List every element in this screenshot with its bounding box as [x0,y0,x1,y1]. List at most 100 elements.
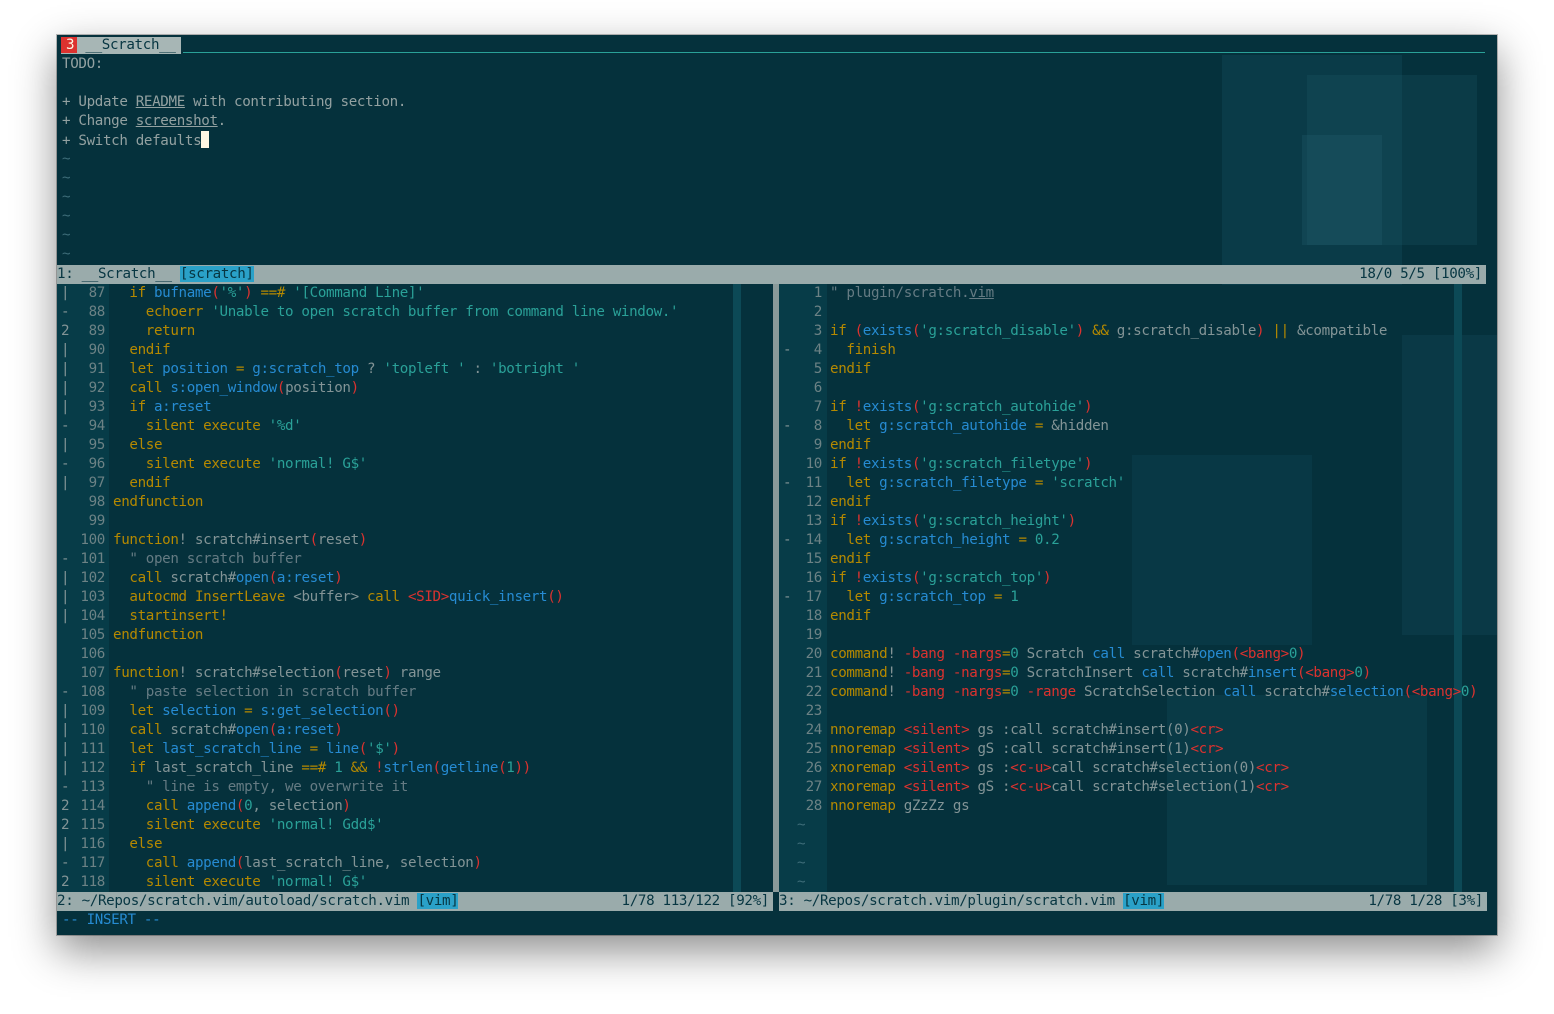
code-token: ( [268,570,278,586]
code-token: 'g:scratch_filetype' [920,456,1084,472]
code-token: 'normal! G$' [268,456,368,472]
code-token: , selection [252,798,343,814]
line-number: 27 [805,779,823,795]
line-number: 26 [805,760,823,776]
code-token: else [129,836,163,852]
git-sign [783,740,795,759]
git-sign [783,721,795,740]
code-token: && [1083,323,1117,339]
code-token: -nargs [952,646,1003,662]
code-token: ( [276,380,286,396]
code-text: " plugin/scratch.vim [830,285,994,301]
empty-line-tilde: ~ [62,246,71,262]
code-token: 1 [334,760,351,776]
code-token: exists [862,456,913,472]
line-number: 8 [813,418,823,434]
code-token: " paste selection in scratch buffer [129,684,417,700]
line-number: 16 [805,570,823,586]
scratch-line: + Change screenshot. [62,112,226,131]
code-token: silent execute [145,874,269,890]
code-text: call append(0, selection) [113,798,351,814]
code-token: ( [268,722,278,738]
code-token: let [846,589,880,605]
code-line: 24 nnoremap <silent> gs :call scratch#ins… [783,721,1483,740]
code-token: open [1198,646,1232,662]
code-token: g:scratch_top [252,361,359,377]
code-line: 27 xnoremap <silent> gS :<c-u>call scratc… [783,778,1483,797]
code-line: 3 if (exists('g:scratch_disable') && g:sc… [783,322,1483,341]
right-status-filetype: [vim] [1123,893,1165,909]
line-number: 105 [80,627,105,643]
code-line: -101 " open scratch buffer [61,550,761,569]
empty-line-tilde: ~ [797,874,806,890]
git-sign [783,607,795,626]
code-token: s:get_selection [260,703,384,719]
code-token: -bang [903,665,953,681]
empty-line-tilde: ~ [62,189,71,205]
code-line: 107 function! scratch#selection(reset) ra… [61,664,761,683]
git-sign: 2 [61,323,70,339]
code-token: exists [862,513,913,529]
code-token: append [186,798,237,814]
code-line: 28 nnoremap gZzZz gs [783,797,1483,816]
line-number: 14 [805,532,823,548]
code-token: ==# [252,285,294,301]
code-token: ) [473,855,482,871]
code-token: vim [969,285,994,301]
code-token: '$' [367,741,392,757]
code-line: | 110 call scratch#open(a:reset) [61,721,761,740]
code-token: -bang [903,646,953,662]
git-sign: - [61,684,70,700]
code-text: endif [830,494,871,510]
empty-line-tilde: ~ [62,151,71,167]
line-number: 92 [88,380,106,396]
code-token: ! [887,684,904,700]
code-line: 26 xnoremap <silent> gs :<c-u>call scratc… [783,759,1483,778]
code-token: ! [854,456,864,472]
line-number: 106 [80,646,105,662]
right-status-path: 3: ~/Repos/scratch.vim/plugin/scratch.vi… [779,893,1124,909]
right-statusline: 3: ~/Repos/scratch.vim/plugin/scratch.vi… [779,892,1487,911]
code-token: call [1092,646,1134,662]
git-sign [783,797,795,816]
code-token: ( [1403,684,1413,700]
line-number: 17 [805,589,823,605]
code-line: 99 [61,512,761,531]
code-token: )) [514,760,531,776]
git-sign: | [61,570,70,586]
code-token: reset [342,665,384,681]
line-number: 23 [805,703,823,719]
code-line: 2 115 silent execute 'normal! Gdd$' [61,816,761,835]
line-number: 113 [80,779,105,795]
code-token: exists [862,570,913,586]
code-token: finish [846,342,896,358]
code-line: - 94 silent execute '%d' [61,417,761,436]
code-token: ) [1469,684,1478,700]
code-token: ( [1231,646,1240,662]
left-status-filetype: [vim] [417,893,459,909]
vim-window: 3 __Scratch__ TODO: + Update README with … [57,35,1497,935]
code-token: s:open_window [170,380,277,396]
code-line: 100 function! scratch#insert(reset) [61,531,761,550]
code-token: endif [830,608,871,624]
line-number: 117 [80,855,105,871]
code-text: let position = g:scratch_top ? 'topleft … [113,361,580,377]
code-token: () [547,589,564,605]
tab-scratch[interactable]: 3 __Scratch__ [61,37,181,54]
code-line: 22 command! -bang -nargs=0 -range Scratch… [783,683,1483,702]
code-token: silent execute [145,456,269,472]
code-token: strlen [383,760,433,776]
code-token: if [129,760,154,776]
code-token: if [830,456,855,472]
code-token: gS :call scratch#insert(1) [969,741,1191,757]
git-sign [783,569,795,588]
scratch-line: + Switch defaults [62,131,210,150]
code-token: gs :call scratch#insert(0) [969,722,1191,738]
line-number: 10 [805,456,823,472]
code-text: endif [113,342,170,358]
code-token: = [235,703,261,719]
